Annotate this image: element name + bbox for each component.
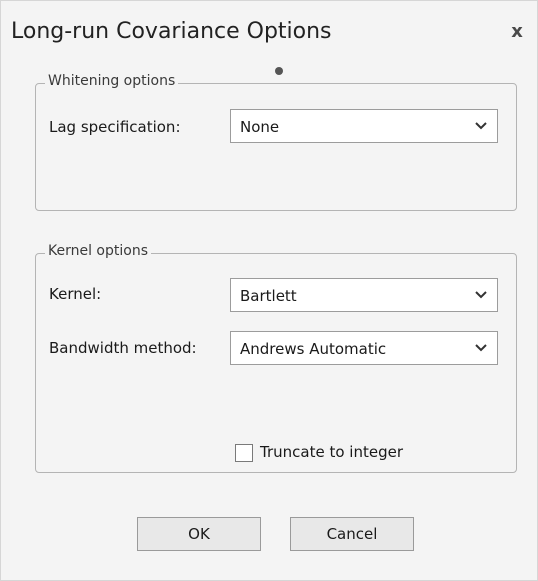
chevron-down-icon	[475, 344, 487, 352]
kernel-select[interactable]: Bartlett	[230, 278, 498, 312]
kernel-label: Kernel:	[49, 285, 102, 303]
cancel-button[interactable]: Cancel	[290, 517, 414, 551]
whitening-options-group	[35, 83, 517, 211]
bandwidth-method-value: Andrews Automatic	[240, 340, 387, 358]
long-run-covariance-dialog: Long-run Covariance Options x Whitening …	[0, 0, 538, 581]
ok-button[interactable]: OK	[137, 517, 261, 551]
dialog-title: Long-run Covariance Options	[11, 19, 332, 44]
lag-specification-label: Lag specification:	[49, 118, 181, 136]
bandwidth-method-label: Bandwidth method:	[49, 339, 197, 357]
lag-specification-value: None	[240, 118, 280, 136]
lag-specification-select[interactable]: None	[230, 109, 498, 143]
title-bar: Long-run Covariance Options x	[1, 1, 538, 63]
close-icon[interactable]: x	[505, 19, 529, 45]
kernel-options-legend: Kernel options	[45, 243, 151, 259]
chevron-down-icon	[475, 291, 487, 299]
truncate-to-integer-checkbox[interactable]	[235, 444, 253, 462]
truncate-to-integer-label: Truncate to integer	[260, 443, 403, 461]
whitening-options-legend: Whitening options	[45, 73, 179, 89]
dot-mark	[275, 67, 283, 75]
chevron-down-icon	[475, 122, 487, 130]
kernel-value: Bartlett	[240, 287, 297, 305]
bandwidth-method-select[interactable]: Andrews Automatic	[230, 331, 498, 365]
